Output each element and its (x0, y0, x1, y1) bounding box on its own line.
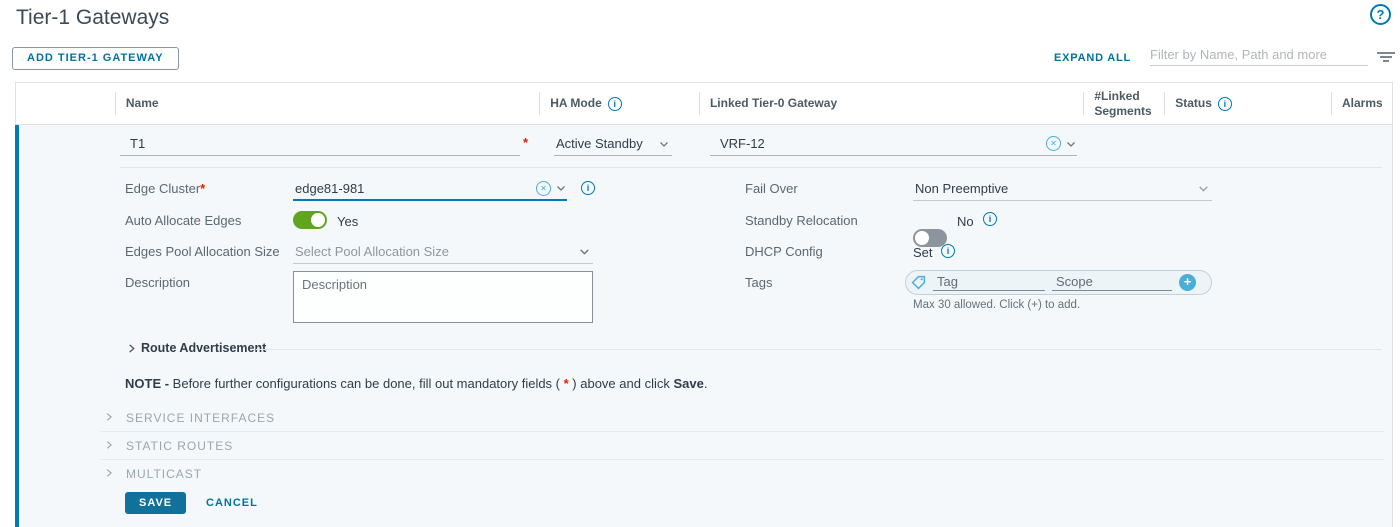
pool-size-placeholder: Select Pool Allocation Size (295, 244, 449, 259)
status-info-icon[interactable]: i (1218, 97, 1232, 111)
description-label: Description (125, 275, 190, 290)
chevron-right-icon[interactable] (126, 343, 137, 354)
column-header-linked-tier0: Linked Tier-0 Gateway (700, 83, 1084, 124)
toggle-knob (311, 213, 325, 227)
linked-tier0-field: ✕ (710, 132, 1077, 156)
filter-icon[interactable] (1377, 52, 1395, 64)
column-header-name: Name (116, 83, 540, 124)
divider (256, 349, 1382, 350)
divider (100, 431, 1385, 432)
fail-over-value: Non Preemptive (915, 181, 1008, 196)
edge-cluster-input[interactable] (293, 181, 532, 196)
tag-icon (911, 275, 926, 290)
section-static-routes[interactable]: STATIC ROUTES (126, 439, 233, 453)
column-header-alarms: Alarms (1332, 83, 1392, 124)
clear-selection-icon[interactable]: ✕ (1046, 136, 1061, 151)
tag-input[interactable] (933, 274, 1045, 291)
edge-cluster-field: ✕ (293, 177, 567, 201)
column-header-empty (16, 83, 116, 124)
auto-allocate-toggle[interactable] (293, 211, 327, 229)
chevron-down-icon (578, 245, 591, 258)
chevron-right-icon[interactable] (104, 412, 114, 422)
gateway-name-input[interactable] (120, 136, 520, 151)
name-required-asterisk: * (523, 135, 528, 150)
section-service-interfaces[interactable]: SERVICE INTERFACES (126, 411, 275, 425)
tags-label: Tags (745, 275, 772, 290)
linked-tier0-input[interactable] (710, 136, 1042, 151)
expand-all-link[interactable]: EXPAND ALL (1054, 52, 1131, 64)
add-tier1-gateway-button[interactable]: ADD TIER-1 GATEWAY (12, 47, 179, 70)
dhcp-config-info-icon[interactable]: i (941, 244, 955, 258)
cancel-button[interactable]: CANCEL (206, 497, 258, 509)
ha-mode-select[interactable]: Active Standby (554, 132, 672, 156)
chevron-right-icon[interactable] (104, 440, 114, 450)
chevron-down-icon[interactable] (1065, 138, 1077, 150)
filter-input[interactable] (1150, 44, 1368, 65)
standby-relocation-label: Standby Relocation (745, 213, 858, 228)
pool-size-label: Edges Pool Allocation Size (125, 244, 280, 259)
help-icon[interactable]: ? (1370, 4, 1391, 25)
edge-cluster-label: Edge Cluster* (125, 181, 205, 196)
standby-relocation-value: No (957, 214, 974, 229)
description-field-wrap (293, 271, 593, 323)
column-header-status: Status i (1165, 83, 1332, 124)
tags-hint: Max 30 allowed. Click (+) to add. (913, 299, 1080, 311)
filter-field-wrap (1150, 44, 1368, 66)
clear-selection-icon[interactable]: ✕ (536, 181, 551, 196)
column-header-ha-mode: HA Mode i (540, 83, 700, 124)
fail-over-label: Fail Over (745, 181, 798, 196)
save-button[interactable]: SAVE (125, 492, 186, 514)
route-advertisement-toggle[interactable]: Route Advertisement (141, 341, 266, 355)
mandatory-fields-note: NOTE - Before further configurations can… (125, 376, 707, 391)
auto-allocate-label: Auto Allocate Edges (125, 213, 241, 228)
column-header-linked-segments: #Linked Segments (1084, 83, 1165, 124)
standby-relocation-info-icon[interactable]: i (983, 212, 997, 226)
scope-input[interactable] (1052, 274, 1172, 291)
tier1-gateways-page: Tier-1 Gateways ? ADD TIER-1 GATEWAY EXP… (0, 0, 1400, 527)
add-tag-plus-icon[interactable]: + (1179, 274, 1196, 291)
fail-over-select[interactable]: Non Preemptive (913, 177, 1212, 201)
edge-cluster-info-icon[interactable]: i (581, 181, 595, 195)
tags-field: + (905, 270, 1212, 295)
ha-mode-info-icon[interactable]: i (608, 97, 622, 111)
divider (100, 459, 1385, 460)
section-multicast[interactable]: MULTICAST (126, 467, 202, 481)
chevron-down-icon[interactable] (555, 182, 567, 194)
ha-mode-value: Active Standby (556, 136, 643, 151)
row-divider (120, 167, 1382, 168)
edge-cluster-required-asterisk: * (200, 181, 205, 196)
auto-allocate-value: Yes (337, 214, 358, 229)
dhcp-config-value: Set (913, 245, 933, 260)
toggle-knob (915, 231, 929, 245)
chevron-right-icon[interactable] (104, 468, 114, 478)
table-header-row: Name HA Mode i Linked Tier-0 Gateway #Li… (15, 82, 1393, 125)
pool-size-select[interactable]: Select Pool Allocation Size (293, 240, 593, 264)
dhcp-config-label: DHCP Config (745, 244, 823, 259)
page-title: Tier-1 Gateways (16, 6, 169, 30)
chevron-down-icon (658, 138, 670, 150)
gateway-name-field (120, 132, 520, 156)
description-textarea[interactable] (293, 271, 593, 323)
chevron-down-icon (1197, 182, 1210, 195)
